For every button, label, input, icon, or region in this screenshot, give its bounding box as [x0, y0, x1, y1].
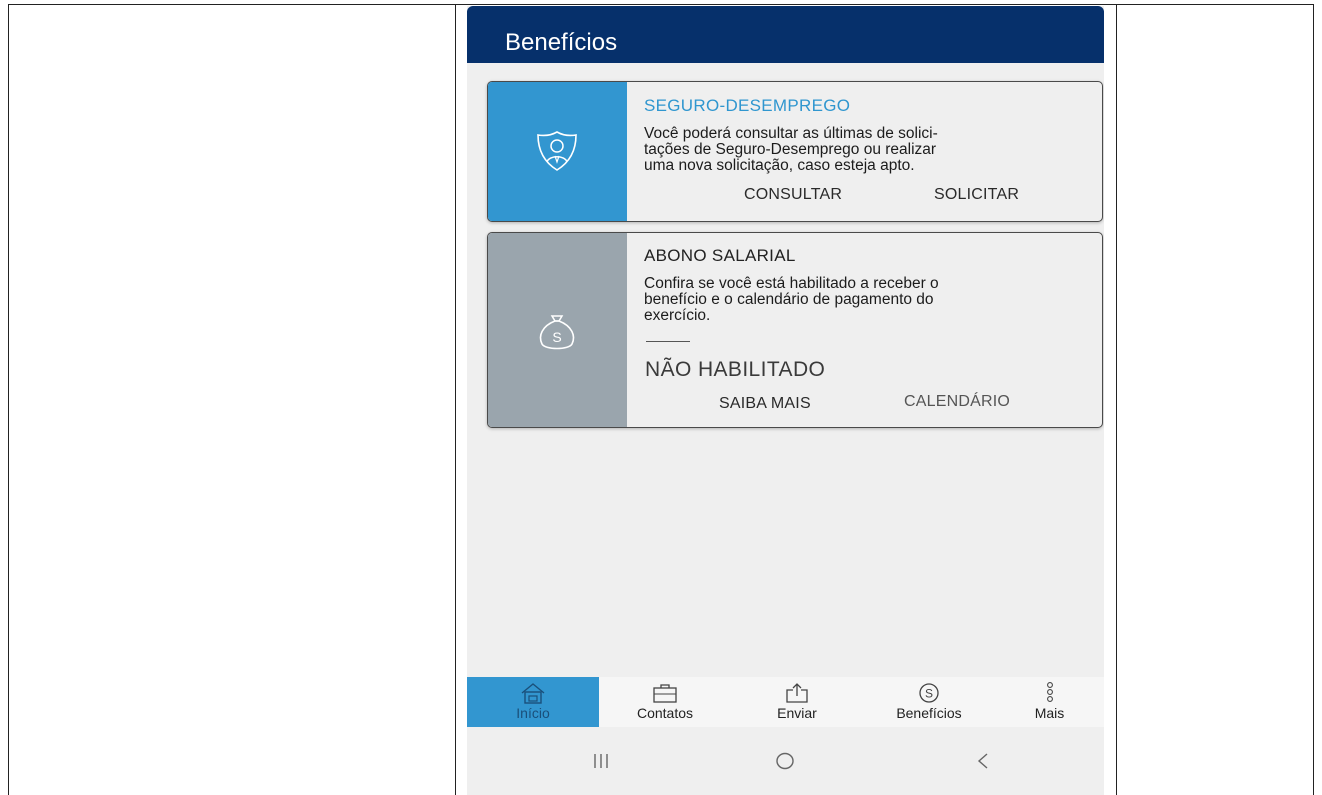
card-title: SEGURO-DESEMPREGO — [644, 96, 851, 115]
card-description-text: Confira se você está habilitado a recebe… — [644, 275, 939, 324]
dollar-circle-icon: S — [919, 683, 939, 703]
tab-enviar[interactable]: Enviar — [731, 677, 863, 727]
svg-text:S: S — [552, 329, 561, 345]
tab-mais[interactable]: Mais — [995, 677, 1104, 727]
tab-inicio[interactable]: Início — [467, 677, 599, 727]
card-seguro-desemprego: SEGURO-DESEMPREGO Você poderá consultar … — [487, 81, 1103, 222]
card-description: Confira se você está habilitado a recebe… — [644, 276, 1064, 324]
table-divider-right — [1116, 4, 1117, 795]
saiba-mais-button[interactable]: SAIBA MAIS — [719, 395, 811, 413]
status-badge: NÃO HABILITADO — [645, 358, 826, 381]
back-icon[interactable] — [963, 747, 1003, 775]
solicitar-button[interactable]: SOLICITAR — [934, 186, 1019, 204]
money-bag-icon: S — [539, 315, 575, 350]
tab-label: Mais — [1034, 705, 1065, 721]
tab-label: Enviar — [777, 705, 817, 721]
divider-rule — [646, 341, 690, 342]
tab-label: Início — [516, 705, 550, 721]
svg-text:S: S — [925, 687, 933, 701]
app-bar: Benefícios — [467, 6, 1104, 63]
recent-apps-icon[interactable] — [581, 747, 621, 775]
upload-icon — [786, 683, 808, 703]
more-dots-icon — [1046, 682, 1053, 702]
tab-beneficios[interactable]: S Benefícios — [863, 677, 995, 727]
tab-contatos[interactable]: Contatos — [599, 677, 731, 727]
card-side-panel — [488, 82, 627, 221]
card-description-text: Você poderá consultar as últimas de soli… — [644, 125, 938, 174]
table-divider-left — [455, 4, 456, 795]
tab-label: Contatos — [636, 705, 694, 721]
shield-person-icon — [537, 131, 577, 171]
card-description: Você poderá consultar as últimas de soli… — [644, 126, 1064, 174]
bottom-tab-bar: Início Contatos Enviar S Benefícios Mais — [467, 677, 1104, 727]
card-side-panel: S — [488, 233, 627, 427]
home-circle-icon[interactable] — [765, 747, 805, 775]
phone-screen: Benefícios SEGURO-DESEMPREGO Você poderá… — [467, 6, 1104, 795]
calendario-button[interactable]: CALENDÁRIO — [904, 393, 1010, 411]
card-title: ABONO SALARIAL — [644, 246, 796, 265]
consultar-button[interactable]: CONSULTAR — [744, 186, 842, 204]
briefcase-icon — [653, 684, 677, 703]
card-abono-salarial: S ABONO SALARIAL Confira se você está ha… — [487, 232, 1103, 428]
page-title: Benefícios — [505, 29, 618, 56]
tab-label: Benefícios — [896, 705, 962, 721]
home-icon — [521, 683, 545, 704]
system-nav-bar — [467, 727, 1104, 795]
